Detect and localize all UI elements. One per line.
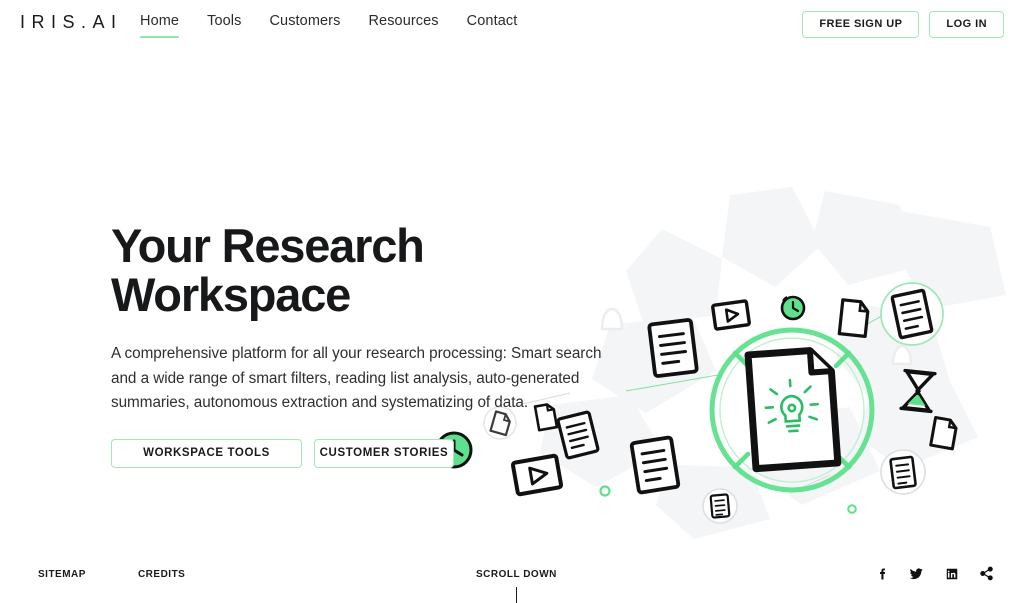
nav-item-label: Customers — [269, 13, 341, 29]
site-header: IRIS.AI Home Tools Customers Resources C… — [0, 0, 1024, 48]
logo[interactable]: IRIS.AI — [20, 12, 123, 33]
scroll-down-label: SCROLL DOWN — [476, 569, 557, 580]
blank-page-icon — [929, 415, 958, 451]
history-clock-icon — [780, 295, 806, 321]
circle-dot-icon — [599, 485, 857, 514]
blank-page-icon — [837, 298, 870, 338]
nav-item-label: Home — [140, 13, 180, 29]
text-document-icon — [647, 318, 699, 378]
nav-item-label: Resources — [368, 13, 439, 29]
nav-item-customers[interactable]: Customers — [269, 13, 340, 38]
hero-cta-group: WORKSPACE TOOLS CUSTOMER STORIES — [111, 439, 641, 469]
nav-item-contact[interactable]: Contact — [467, 13, 518, 38]
free-signup-button[interactable]: FREE SIGN UP — [802, 11, 920, 38]
twitter-icon[interactable] — [909, 566, 924, 581]
text-document-icon — [702, 488, 738, 524]
facebook-icon[interactable] — [874, 566, 889, 581]
progress-ring — [709, 327, 875, 493]
social-links — [874, 566, 994, 581]
scroll-down-line — [515, 587, 518, 603]
nav-item-tools[interactable]: Tools — [207, 13, 241, 38]
scroll-down-indicator[interactable]: SCROLL DOWN — [476, 569, 557, 603]
hero-description: A comprehensive platform for all your re… — [111, 344, 602, 412]
share-icon[interactable] — [979, 566, 994, 581]
hero-section: Your Research Workspace A comprehensive … — [111, 219, 641, 469]
nav-item-label: Contact — [466, 13, 518, 29]
footer-links: SITEMAP CREDITS — [38, 569, 185, 580]
text-document-icon — [880, 282, 944, 346]
page-title: Your Research Workspace — [111, 219, 425, 321]
hourglass-icon — [899, 368, 937, 414]
nav-item-label: Tools — [207, 13, 242, 29]
header-actions: FREE SIGN UP LOG IN — [802, 11, 1004, 38]
nav-item-home[interactable]: Home — [140, 13, 180, 39]
document-with-lightbulb-icon — [744, 347, 842, 473]
linkedin-icon[interactable] — [944, 566, 959, 581]
connector-lines — [625, 302, 906, 392]
nav-item-resources[interactable]: Resources — [368, 13, 438, 38]
video-play-icon — [711, 299, 751, 331]
customer-stories-button[interactable]: CUSTOMER STORIES — [314, 439, 454, 469]
sitemap-link[interactable]: SITEMAP — [38, 569, 86, 580]
login-button[interactable]: LOG IN — [929, 11, 1004, 38]
main-navigation: Home Tools Customers Resources Contact — [140, 13, 518, 39]
landing-page: IRIS.AI Home Tools Customers Resources C… — [0, 0, 1024, 603]
credits-link[interactable]: CREDITS — [138, 569, 185, 580]
text-document-icon — [880, 449, 926, 495]
workspace-tools-button[interactable]: WORKSPACE TOOLS — [111, 439, 302, 469]
site-footer: SITEMAP CREDITS SCROLL DOWN — [0, 553, 1024, 603]
bell-icon — [891, 344, 913, 366]
